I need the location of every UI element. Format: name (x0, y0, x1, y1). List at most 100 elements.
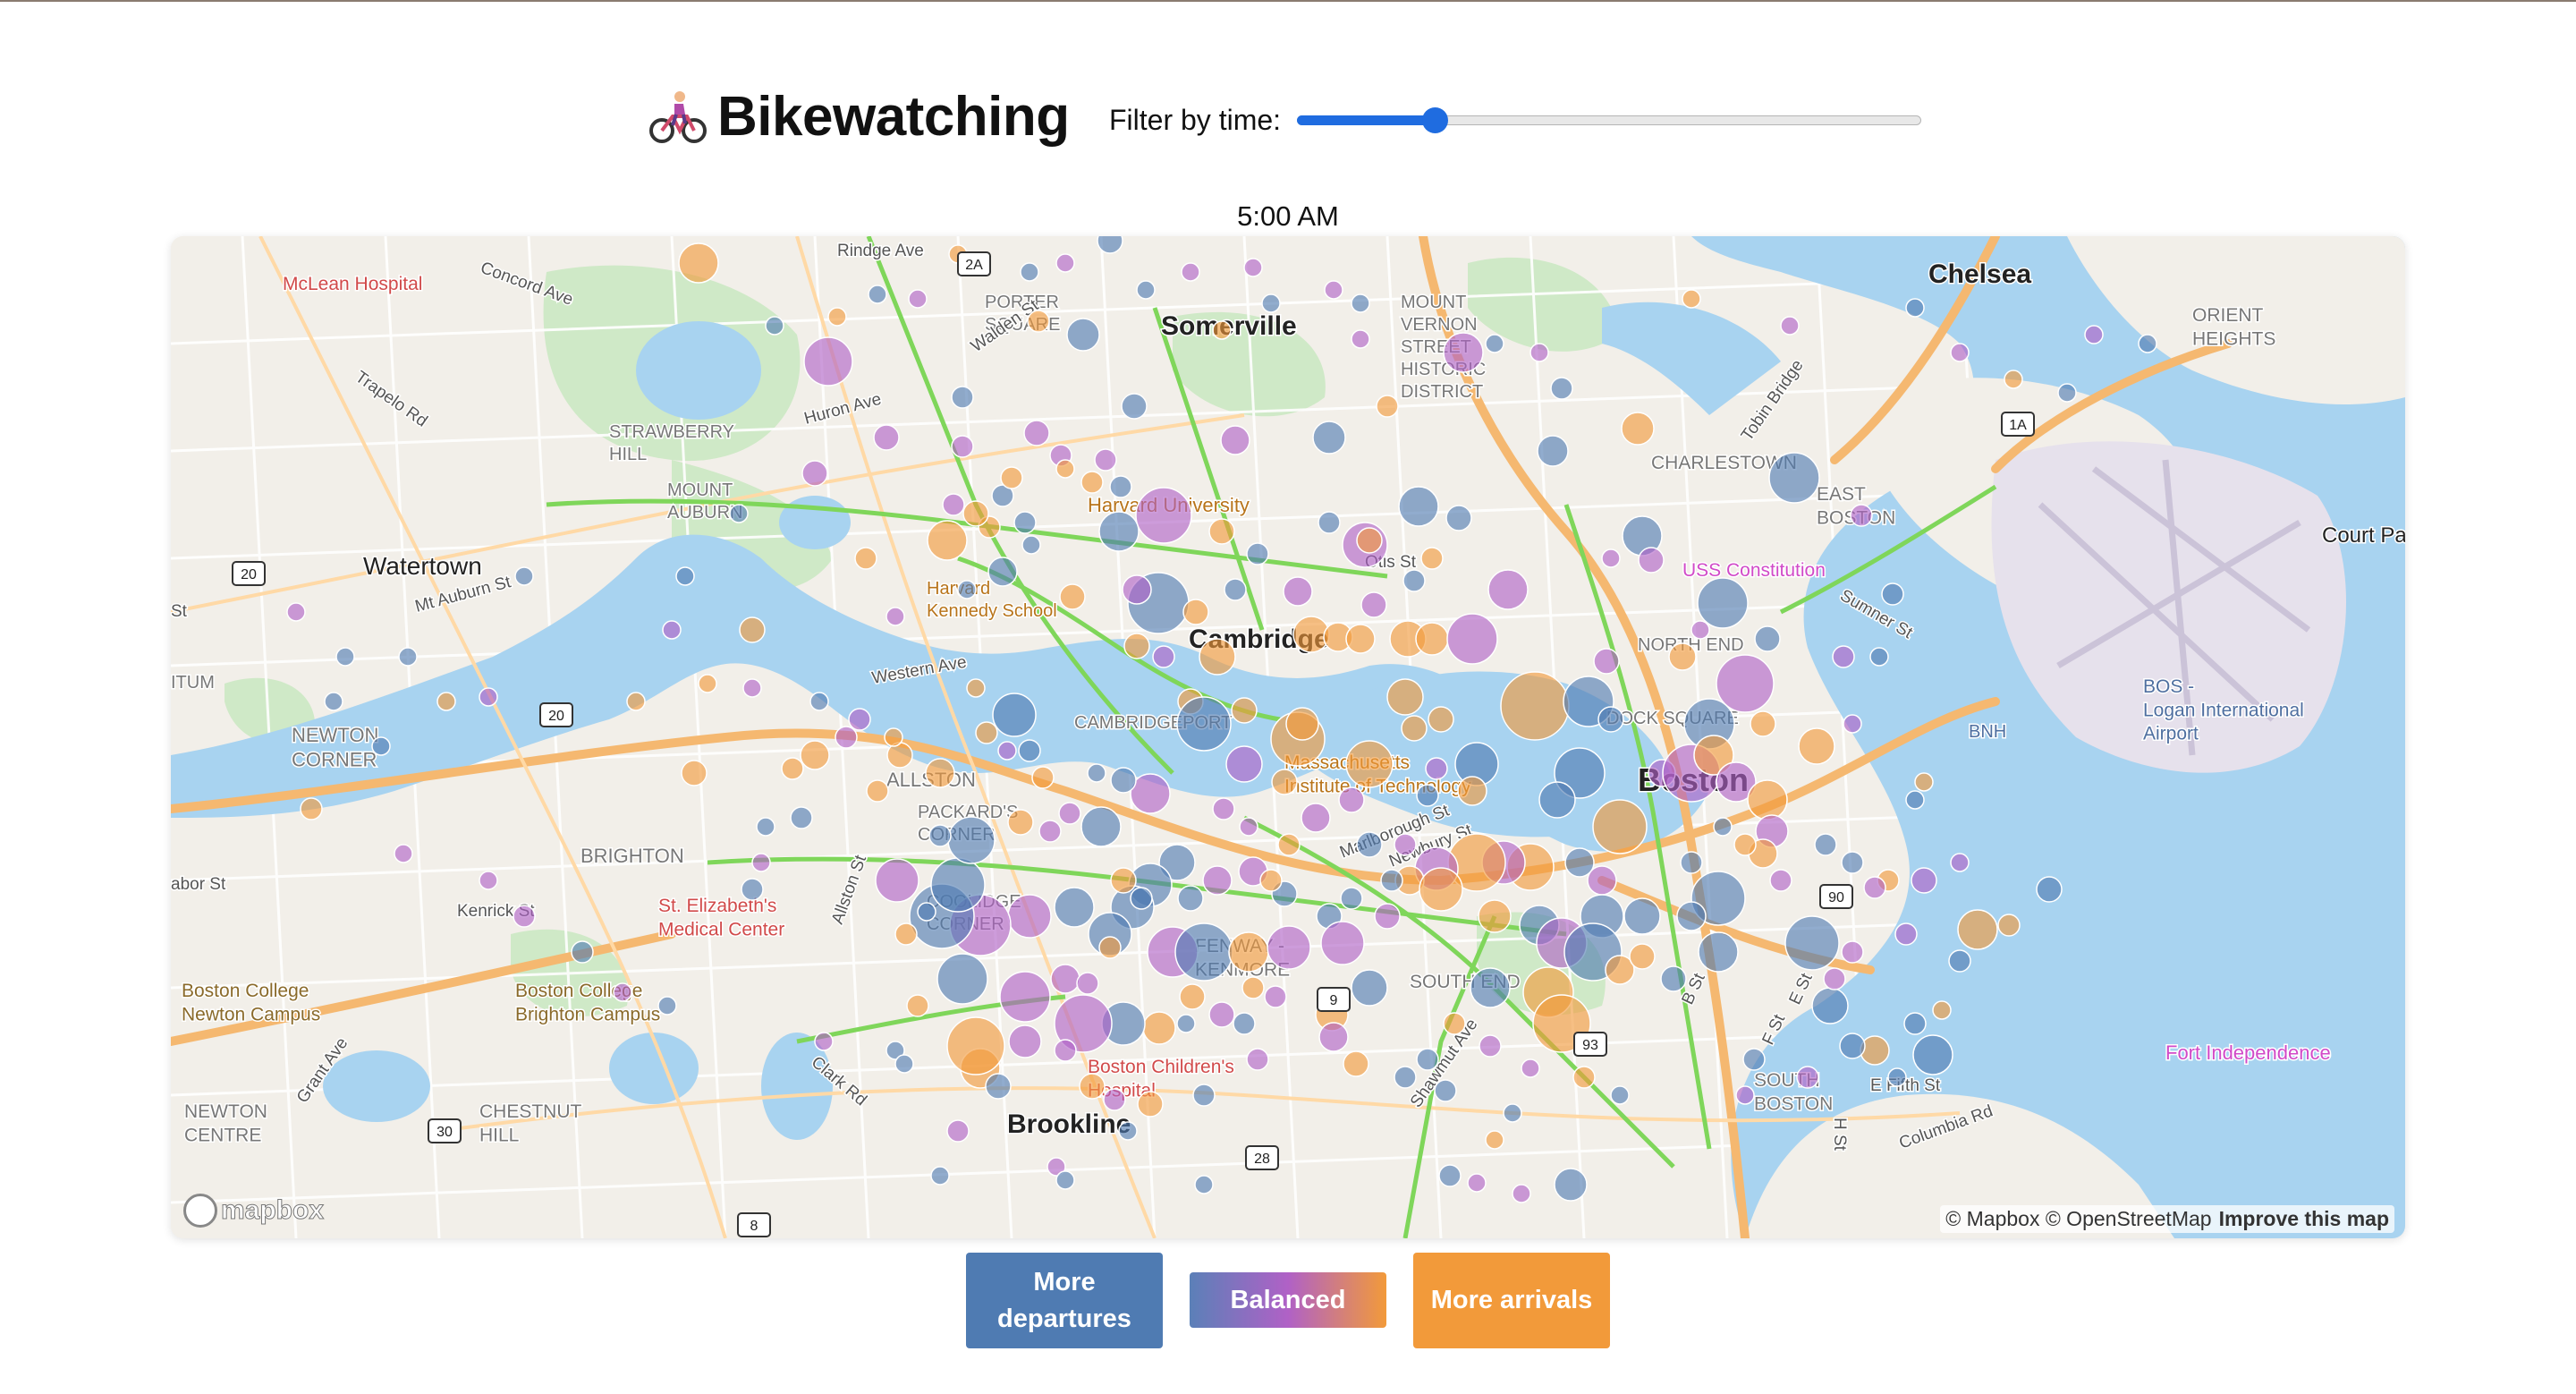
station-circle[interactable] (987, 557, 1018, 587)
station-circle[interactable] (1811, 987, 1849, 1024)
station-circle[interactable] (1839, 1033, 1866, 1059)
station-circle[interactable] (999, 971, 1051, 1023)
station-circle[interactable] (1233, 1012, 1256, 1035)
station-circle[interactable] (800, 740, 830, 770)
station-circle[interactable] (930, 1166, 950, 1186)
station-circle[interactable] (1142, 1011, 1176, 1045)
station-circle[interactable] (1351, 329, 1370, 349)
station-circle[interactable] (1814, 833, 1837, 856)
station-circle[interactable] (1537, 435, 1569, 467)
station-circle[interactable] (1682, 289, 1701, 309)
station-circle[interactable] (1136, 280, 1156, 300)
station-circle[interactable] (1500, 671, 1570, 741)
station-circle[interactable] (1181, 262, 1200, 282)
station-circle[interactable] (1343, 1050, 1369, 1077)
station-circle[interactable] (1932, 1000, 1952, 1020)
station-circle[interactable] (698, 674, 717, 693)
station-circle[interactable] (1243, 258, 1263, 277)
station-circle[interactable] (827, 307, 847, 327)
station-circle[interactable] (1784, 915, 1840, 971)
station-circle[interactable] (1351, 969, 1388, 1007)
station-circle[interactable] (975, 721, 998, 744)
station-circle[interactable] (1832, 645, 1855, 668)
station-circle[interactable] (1621, 412, 1655, 446)
station-circle[interactable] (1283, 576, 1313, 607)
station-circle[interactable] (1638, 547, 1665, 574)
station-circle[interactable] (1110, 767, 1137, 794)
station-circle[interactable] (1177, 885, 1204, 912)
station-circle[interactable] (1225, 745, 1263, 783)
station-circle[interactable] (1550, 377, 1573, 400)
station-circle[interactable] (1733, 833, 1757, 856)
station-circle[interactable] (946, 1119, 970, 1143)
station-circle[interactable] (1894, 922, 1918, 946)
station-circles[interactable]: 2A 1A 20 20 30 28 9 90 93 8 (171, 236, 2405, 1238)
station-circle[interactable] (1264, 985, 1287, 1008)
station-circle[interactable] (300, 797, 323, 820)
station-circle[interactable] (1905, 298, 1925, 318)
station-circle[interactable] (1076, 972, 1099, 995)
station-circle[interactable] (1008, 1024, 1042, 1058)
station-circle[interactable] (925, 758, 955, 788)
station-circle[interactable] (1194, 1175, 1214, 1194)
station-circle[interactable] (866, 779, 889, 803)
station-circle[interactable] (801, 460, 828, 487)
station-circle[interactable] (1345, 740, 1394, 788)
station-circle[interactable] (814, 1032, 834, 1051)
station-circle[interactable] (1079, 1073, 1106, 1100)
station-circle[interactable] (1512, 1184, 1531, 1203)
station-circle[interactable] (1394, 1066, 1417, 1089)
station-circle[interactable] (1110, 867, 1137, 894)
station-circle[interactable] (962, 500, 989, 527)
station-circle[interactable] (1394, 833, 1417, 856)
station-circle[interactable] (571, 940, 594, 964)
station-circle[interactable] (742, 678, 762, 698)
station-circle[interactable] (1623, 897, 1661, 935)
station-circle[interactable] (1698, 931, 1739, 973)
station-circle[interactable] (1530, 343, 1549, 362)
slider-thumb[interactable] (1421, 107, 1448, 133)
station-circle[interactable] (1950, 853, 1970, 872)
station-circle[interactable] (927, 520, 968, 561)
station-circle[interactable] (1208, 1001, 1235, 1028)
station-circle[interactable] (1572, 1066, 1596, 1089)
station-circle[interactable] (1231, 697, 1258, 724)
station-circle[interactable] (1780, 316, 1800, 336)
station-circle[interactable] (1020, 262, 1039, 282)
map[interactable]: ChelseaSomervilleCambridgeBostonBrooklin… (171, 236, 2405, 1238)
station-circle[interactable] (1241, 976, 1265, 999)
station-circle[interactable] (951, 386, 974, 409)
station-circle[interactable] (1428, 706, 1454, 733)
station-circle[interactable] (1415, 622, 1449, 656)
station-circle[interactable] (957, 580, 977, 599)
station-circle[interactable] (1121, 393, 1148, 420)
station-circle[interactable] (1592, 799, 1648, 854)
station-circle[interactable] (1485, 334, 1504, 353)
station-circle[interactable] (371, 736, 391, 756)
station-circle[interactable] (1467, 1173, 1487, 1193)
station-circle[interactable] (741, 878, 764, 901)
station-circle[interactable] (854, 547, 877, 570)
station-circle[interactable] (942, 493, 965, 516)
station-circle[interactable] (1401, 715, 1428, 742)
station-circle[interactable] (1713, 817, 1733, 837)
station-circle[interactable] (906, 994, 929, 1017)
station-circle[interactable] (848, 708, 871, 731)
station-circle[interactable] (1055, 459, 1075, 479)
station-circle[interactable] (1416, 1048, 1439, 1071)
station-circle[interactable] (1419, 867, 1463, 912)
station-circle[interactable] (868, 285, 887, 304)
station-circle[interactable] (1676, 901, 1707, 931)
station-circle[interactable] (1843, 714, 1862, 734)
station-circle[interactable] (1601, 548, 1621, 568)
station-circle[interactable] (1386, 678, 1424, 716)
station-circle[interactable] (1098, 936, 1122, 959)
station-circle[interactable] (1629, 943, 1656, 970)
station-circle[interactable] (1202, 865, 1233, 896)
station-circle[interactable] (917, 902, 936, 922)
station-circle[interactable] (894, 1054, 914, 1074)
station-circle[interactable] (1356, 527, 1383, 554)
station-circle[interactable] (1324, 280, 1343, 300)
station-circle[interactable] (1351, 293, 1370, 313)
station-circle[interactable] (908, 289, 928, 309)
